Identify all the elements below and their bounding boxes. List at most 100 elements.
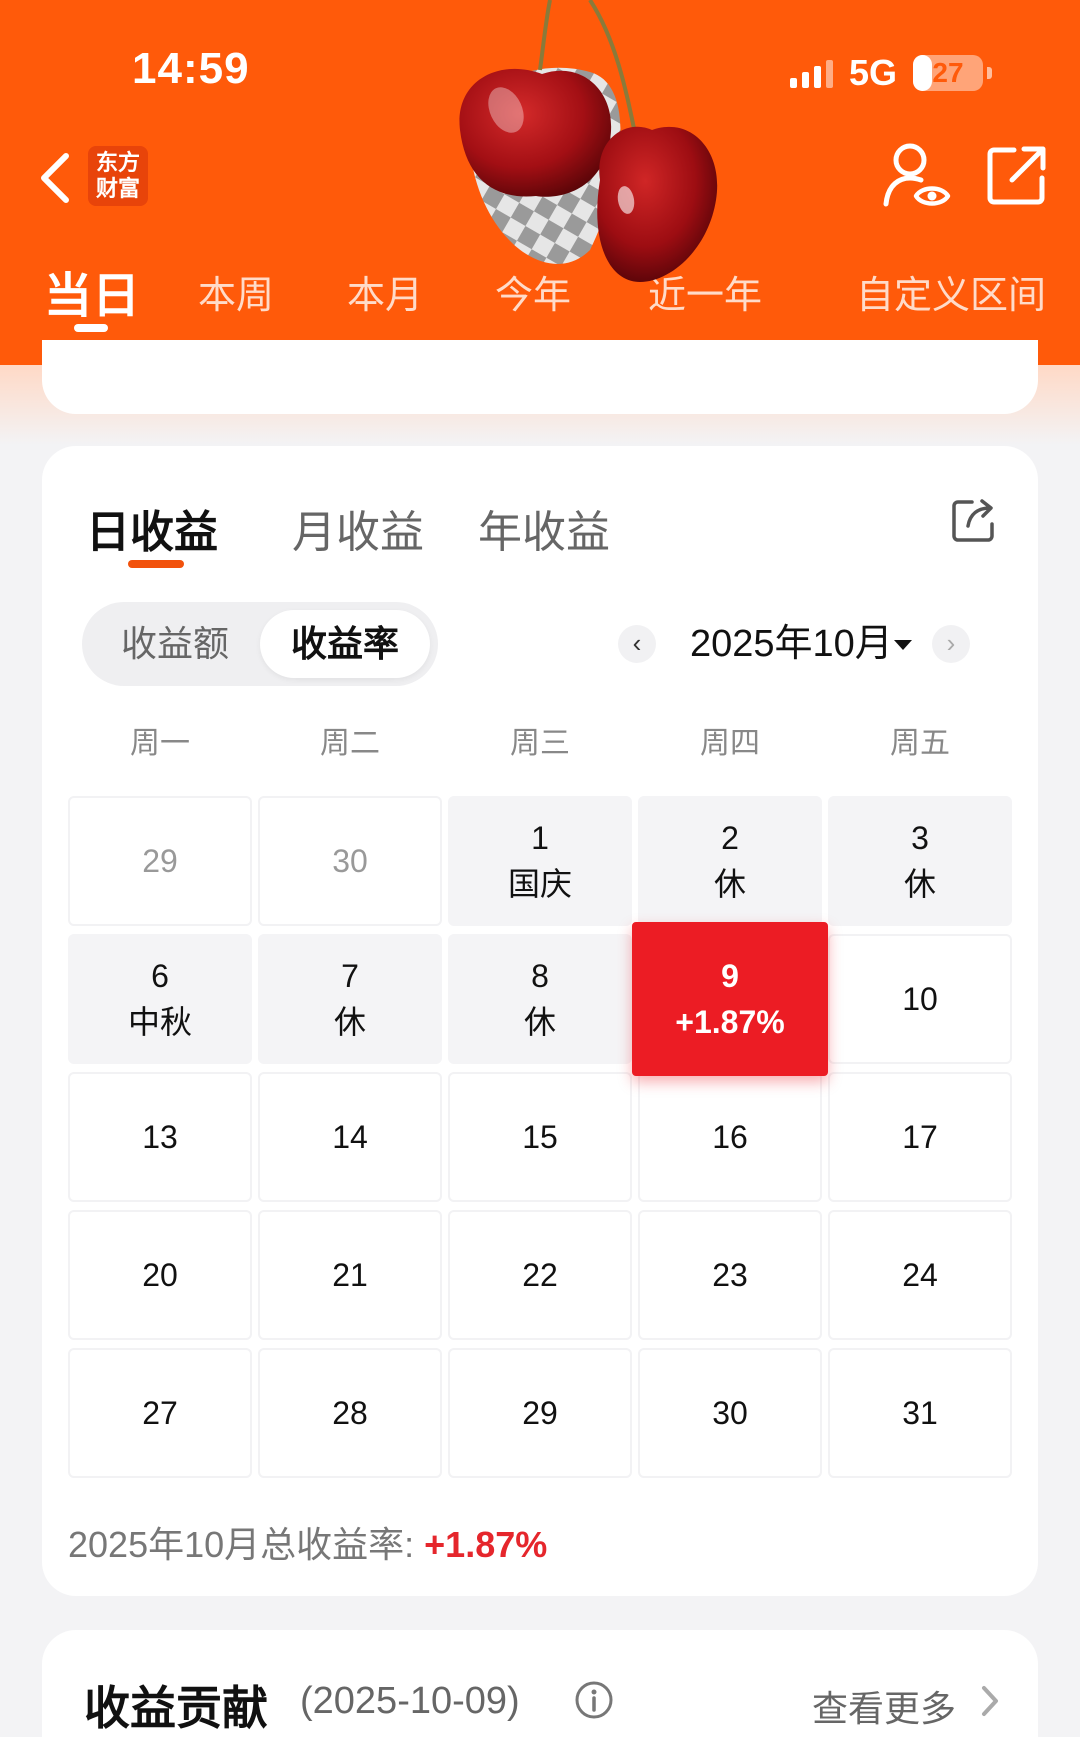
contribution-card: 收益贡献 (2025-10-09) 查看更多: [42, 1630, 1038, 1737]
logo-line-2: 财富: [95, 176, 140, 201]
header: 14:59 5G 27 东方 财富 当日 本周 本月 今年 近一年 自定义区间: [0, 0, 1080, 365]
calendar-day[interactable]: 16: [638, 1072, 822, 1202]
calendar-day[interactable]: 15: [448, 1072, 632, 1202]
month-navigator: ‹ 2025年10月 ›: [618, 616, 978, 672]
cherry-sticker: [459, 0, 718, 282]
chevron-down-icon[interactable]: [894, 640, 912, 650]
network-label: 5G: [848, 52, 897, 93]
calendar-day[interactable]: 10: [828, 934, 1012, 1064]
chevron-left-icon[interactable]: [34, 150, 74, 206]
tab-custom-range[interactable]: 自定义区间: [856, 264, 1046, 319]
status-time: 14:59: [132, 44, 250, 93]
logo-line-1: 东方: [95, 150, 140, 175]
calendar-day[interactable]: 1 国庆: [448, 796, 632, 926]
status-bar-right: 5G 27: [789, 52, 992, 94]
day-number: 20: [142, 1257, 178, 1293]
calendar-day[interactable]: 8休: [448, 934, 632, 1064]
month-total-value: +1.87%: [424, 1524, 548, 1565]
calendar-day[interactable]: 2休: [638, 796, 822, 926]
calendar-day[interactable]: 27: [68, 1348, 252, 1478]
day-holiday-label: 休: [713, 866, 746, 902]
tab-monthly-income[interactable]: 月收益: [292, 496, 424, 560]
chevron-right-icon[interactable]: [978, 1684, 1002, 1718]
user-eye-icon[interactable]: [882, 140, 952, 212]
month-label[interactable]: 2025年10月: [690, 616, 893, 672]
weekday-label: 周五: [890, 727, 950, 760]
calendar-day[interactable]: 24: [828, 1210, 1012, 1340]
calendar-day[interactable]: 28: [258, 1348, 442, 1478]
day-number: 23: [712, 1257, 748, 1293]
day-number: 1: [531, 820, 549, 856]
day-number: 2: [721, 820, 739, 856]
day-number: 15: [522, 1119, 558, 1155]
signal-icon: [789, 58, 833, 88]
calendar-day[interactable]: 7休: [258, 934, 442, 1064]
card-tab-indicator: [128, 560, 184, 568]
tab-daily-income[interactable]: 日收益: [86, 496, 218, 560]
calendar-day-selected[interactable]: 9 +1.87%: [632, 922, 828, 1076]
next-month-button[interactable]: ›: [932, 625, 970, 663]
calendar-day[interactable]: 6 中秋: [68, 934, 252, 1064]
day-number: 27: [142, 1395, 178, 1431]
day-number: 28: [332, 1395, 368, 1431]
calendar-day[interactable]: 30: [638, 1348, 822, 1478]
day-number: 6: [151, 958, 169, 994]
day-number: 30: [712, 1395, 748, 1431]
tab-today[interactable]: 当日: [44, 256, 140, 326]
calendar-day[interactable]: 21: [258, 1210, 442, 1340]
tab-indicator: [74, 324, 108, 332]
month-total-label: 2025年10月总收益率:: [68, 1524, 415, 1565]
share-icon[interactable]: [986, 144, 1048, 206]
calendar-day[interactable]: 14: [258, 1072, 442, 1202]
day-number: 14: [332, 1119, 368, 1155]
day-number: 3: [911, 820, 929, 856]
share-icon[interactable]: [950, 496, 998, 544]
amount-rate-toggle: 收益额 收益率: [82, 602, 438, 686]
day-number: 21: [332, 1257, 368, 1293]
app-logo: 东方 财富: [88, 146, 148, 206]
day-number: 8: [531, 958, 549, 994]
day-number: 24: [902, 1257, 938, 1293]
contribution-date: (2025-10-09): [300, 1680, 520, 1722]
view-more-link[interactable]: 查看更多: [812, 1680, 956, 1732]
day-number: 7: [341, 958, 359, 994]
battery-tip: [987, 67, 992, 79]
day-number: 22: [522, 1257, 558, 1293]
weekday-label: 周一: [130, 727, 190, 760]
day-number: 29: [522, 1395, 558, 1431]
calendar-day[interactable]: 29: [448, 1348, 632, 1478]
day-number: 13: [142, 1119, 178, 1155]
calendar-day[interactable]: 31: [828, 1348, 1012, 1478]
weekday-label: 周二: [320, 727, 380, 760]
battery-level: 27: [932, 57, 964, 88]
prev-month-button[interactable]: ‹: [618, 625, 656, 663]
calendar-day[interactable]: 30: [258, 796, 442, 926]
weekday-label: 周三: [510, 727, 570, 760]
day-number: 29: [142, 843, 178, 879]
calendar-day[interactable]: 29: [68, 796, 252, 926]
tab-this-month[interactable]: 本月: [347, 264, 423, 319]
day-number: 30: [332, 843, 368, 879]
day-holiday-label: 休: [903, 866, 936, 902]
day-number: 10: [902, 981, 938, 1017]
daily-income-card: 日收益 月收益 年收益 收益额 收益率 ‹ 2025年10月 › 周一 周二 周…: [42, 446, 1038, 1596]
calendar-day[interactable]: 20: [68, 1210, 252, 1340]
day-number: 31: [902, 1395, 938, 1431]
day-number: 16: [712, 1119, 748, 1155]
tab-this-week[interactable]: 本周: [198, 264, 274, 319]
day-holiday-label: 国庆: [507, 866, 572, 902]
toggle-amount[interactable]: 收益额: [90, 610, 260, 678]
day-return: +1.87%: [675, 1004, 785, 1040]
tab-yearly-income[interactable]: 年收益: [478, 496, 610, 560]
day-number: 17: [902, 1119, 938, 1155]
day-number: 9: [721, 958, 739, 994]
calendar-day[interactable]: 23: [638, 1210, 822, 1340]
month-total: 2025年10月总收益率: +1.87%: [68, 1516, 547, 1568]
info-icon[interactable]: [574, 1680, 614, 1720]
toggle-rate[interactable]: 收益率: [260, 610, 430, 678]
calendar-day[interactable]: 3休: [828, 796, 1012, 926]
calendar-day[interactable]: 22: [448, 1210, 632, 1340]
calendar-day[interactable]: 17: [828, 1072, 1012, 1202]
calendar-day[interactable]: 13: [68, 1072, 252, 1202]
day-holiday-label: 休: [523, 1004, 556, 1040]
